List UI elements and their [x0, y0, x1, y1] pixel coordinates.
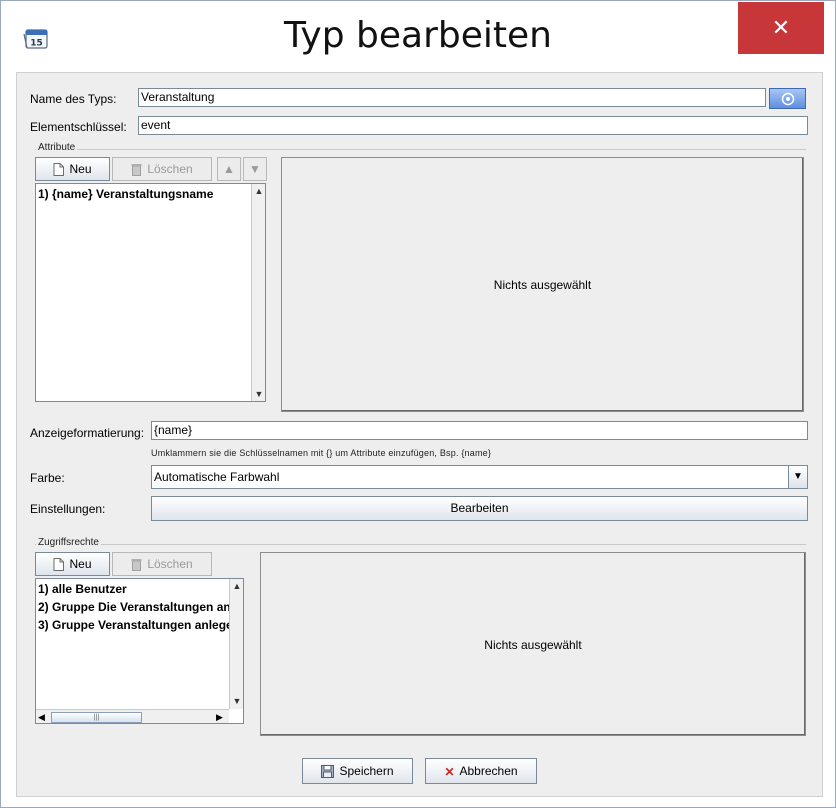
- permission-detail-empty-text: Nichts ausgewählt: [484, 638, 582, 652]
- scroll-right-icon[interactable]: ▶: [216, 710, 223, 723]
- cancel-button-label: Abbrechen: [459, 764, 518, 778]
- scroll-up-icon[interactable]: ▲: [231, 579, 243, 593]
- scroll-thumb[interactable]: |||: [51, 712, 142, 723]
- color-select-value: Automatische Farbwahl: [154, 470, 280, 484]
- attributes-separator: [35, 149, 806, 150]
- key-field[interactable]: event: [138, 116, 808, 135]
- scroll-left-icon[interactable]: ◀: [38, 710, 45, 723]
- cancel-button[interactable]: ✕ Abbrechen: [425, 758, 537, 784]
- list-item[interactable]: 2) Gruppe Die Veranstaltungen ane: [38, 600, 237, 614]
- list-item[interactable]: 1) {name} Veranstaltungsname: [38, 187, 213, 201]
- scroll-down-icon[interactable]: ▼: [231, 694, 243, 708]
- window-title: Typ bearbeiten: [284, 15, 552, 56]
- cancel-icon: ✕: [444, 764, 455, 779]
- title-bar: 15 Typ bearbeiten ✕: [1, 1, 835, 71]
- dialog-content: Name des Typs: Veranstaltung Elementschl…: [16, 72, 823, 797]
- attributes-delete-button[interactable]: Löschen: [112, 157, 212, 181]
- permissions-delete-button[interactable]: Löschen: [112, 552, 212, 576]
- name-field[interactable]: Veranstaltung: [138, 88, 766, 107]
- trash-icon: [131, 164, 142, 177]
- format-field[interactable]: {name}: [151, 421, 808, 440]
- permissions-list[interactable]: 1) alle Benutzer 2) Gruppe Die Veranstal…: [35, 578, 244, 724]
- move-down-button[interactable]: ▼: [243, 157, 267, 181]
- permission-detail-panel: Nichts ausgewählt: [260, 552, 806, 736]
- attribute-detail-panel: Nichts ausgewählt: [281, 157, 804, 412]
- attributes-list-scrollbar[interactable]: ▲ ▼: [251, 184, 265, 401]
- attribute-detail-empty-text: Nichts ausgewählt: [493, 278, 592, 292]
- arrow-down-icon: ▼: [249, 162, 261, 176]
- settings-icon: [781, 92, 794, 106]
- permissions-new-button[interactable]: Neu: [35, 552, 110, 576]
- scroll-down-icon[interactable]: ▼: [253, 387, 265, 401]
- pick-icon-button[interactable]: [769, 88, 806, 109]
- settings-edit-button[interactable]: Bearbeiten: [151, 496, 808, 521]
- permissions-new-label: Neu: [69, 557, 92, 571]
- attributes-delete-label: Löschen: [147, 162, 193, 176]
- chevron-down-icon[interactable]: ▼: [788, 466, 807, 488]
- name-label: Name des Typs:: [30, 92, 117, 106]
- close-button[interactable]: ✕: [738, 2, 824, 54]
- save-icon: [321, 765, 335, 779]
- arrow-up-icon: ▲: [223, 162, 235, 176]
- format-hint: Umklammern sie die Schlüsselnamen mit {}…: [151, 448, 492, 458]
- permissions-delete-label: Löschen: [147, 557, 193, 571]
- permissions-list-vscrollbar[interactable]: ▲ ▼: [229, 579, 243, 709]
- key-label: Elementschlüssel:: [30, 120, 127, 134]
- attributes-list[interactable]: 1) {name} Veranstaltungsname ▲ ▼: [35, 183, 266, 402]
- move-up-button[interactable]: ▲: [217, 157, 241, 181]
- new-document-icon: [53, 558, 65, 572]
- save-button[interactable]: Speichern: [302, 758, 413, 784]
- attributes-section-label: Attribute: [36, 142, 78, 153]
- dialog-window: 15 Typ bearbeiten ✕ Name des Typs: Veran…: [0, 0, 836, 808]
- format-label: Anzeigeformatierung:: [30, 426, 145, 440]
- color-label: Farbe:: [30, 471, 65, 485]
- trash-icon: [131, 559, 142, 572]
- attributes-new-button[interactable]: Neu: [35, 157, 110, 181]
- attributes-new-label: Neu: [69, 162, 92, 176]
- settings-label: Einstellungen:: [30, 502, 106, 516]
- save-button-label: Speichern: [339, 764, 394, 778]
- color-select[interactable]: Automatische Farbwahl ▼: [151, 465, 808, 489]
- list-item[interactable]: 3) Gruppe Veranstaltungen anlege: [38, 618, 233, 632]
- new-document-icon: [53, 163, 65, 177]
- list-item[interactable]: 1) alle Benutzer: [38, 582, 127, 596]
- scroll-up-icon[interactable]: ▲: [253, 184, 265, 198]
- permissions-section-label: Zugriffsrechte: [36, 537, 101, 548]
- permissions-separator: [35, 544, 806, 545]
- permissions-list-hscrollbar[interactable]: ◀ ||| ▶: [36, 709, 229, 723]
